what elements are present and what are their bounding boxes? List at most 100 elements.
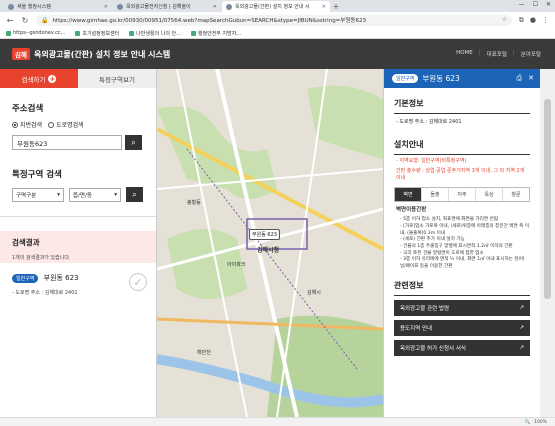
field-portal-link[interactable]: 분야포털 — [521, 50, 541, 58]
address-bar: ← ↻ 🔒 https://www.gimhae.go.kr/00930/009… — [0, 12, 555, 28]
map-canvas — [157, 69, 383, 417]
main-portal-link[interactable]: 대표포털 — [487, 50, 507, 58]
close-tab-icon[interactable]: ✕ — [320, 4, 326, 10]
search-panel: 검색하기 + 특정구역보기 주소검색 지번검색 도로명검색 부원동623 ⌕ 특정… — [0, 69, 157, 417]
detail-panel: 일반구역 부원동 623 ⎙ ✕ 기본정보 - 도로명 주소 : 김해대로 24… — [383, 69, 540, 417]
result-address: - 도로명 주소 : 김해대로 2401 — [12, 290, 78, 296]
rule-item: - 5층 이하 업소 설치, 좌표면에 화면을 가리면 안됨 — [400, 217, 499, 223]
page-scrollbar[interactable] — [540, 69, 555, 417]
divider — [0, 216, 156, 217]
rule-item: - 건물의 1층 주출입구 양옆에 표시면적 1.2㎡ 이하의 간판 — [400, 243, 513, 249]
result-title: 검색결과 — [12, 238, 40, 247]
chevron-down-icon: ▾ — [57, 191, 60, 198]
special-zone-title: 특정구역 검색 — [12, 170, 62, 180]
map-label: 김해시청 — [257, 247, 280, 254]
browser-tab-active[interactable]: 옥외광고물(간판) 설치 정보 안내 시 ✕ — [222, 1, 330, 12]
tab-rooftop[interactable]: 옥상 — [476, 188, 503, 202]
scrollbar-thumb[interactable] — [544, 99, 551, 299]
tab-wall[interactable]: 벽면 — [395, 188, 422, 202]
menu-icon[interactable]: ⋮ — [542, 16, 549, 25]
radio-jibun[interactable]: 지번검색 — [12, 120, 42, 129]
address-search-title: 주소검색 — [12, 104, 44, 114]
tab-protruding[interactable]: 돌출 — [422, 188, 449, 202]
result-count: 1개의 검색결과가 있습니다. — [12, 255, 71, 261]
search-icon: ⌕ — [132, 189, 137, 199]
close-tab-icon[interactable]: ✕ — [102, 4, 108, 10]
browser-tab[interactable]: 옥외광고물전자신청 | 김해올이 ✕ — [113, 1, 221, 12]
chevron-down-icon: ▾ — [114, 191, 117, 198]
favicon-icon — [8, 3, 14, 10]
status-bar: 🔍 100% — [0, 417, 555, 426]
site-logo[interactable]: 김해 — [12, 48, 30, 60]
zone-badge: 일반구역 — [392, 74, 419, 83]
close-tab-icon[interactable]: ✕ — [211, 4, 217, 10]
result-name: 부원동 623 — [43, 274, 79, 282]
tab-search[interactable]: 검색하기 + — [0, 69, 78, 88]
close-window-icon[interactable]: ✕ — [546, 1, 551, 8]
tab-window[interactable]: 창문 — [503, 188, 529, 201]
top-links: HOME | 대표포털 | 분야포털 — [456, 50, 541, 58]
rule-item: - (세로) 간판 추가 이내 설치 가능 — [400, 237, 465, 243]
maximize-icon[interactable]: ☐ — [533, 1, 538, 8]
extensions-icon[interactable]: ⧉ — [519, 16, 524, 25]
sign-type-tabs: 벽면 돌출 지주 옥상 창문 — [394, 187, 530, 203]
related-link-button[interactable]: 옥외광고물 관련 법령 ↗ — [394, 300, 530, 317]
map-label: 아이파크 — [227, 262, 246, 268]
zoom-level[interactable]: 100% — [534, 420, 547, 425]
profile-icon[interactable]: ● — [530, 16, 536, 25]
bookmark-icon — [129, 30, 135, 36]
lock-icon: 🔒 — [41, 16, 49, 24]
related-link-button[interactable]: 옥외광고물 허가 신청서 서식 ↗ — [394, 340, 530, 357]
zone-type-line: - 지역요형: 일반구역(비특정구역) — [396, 158, 467, 164]
home-link[interactable]: HOME — [456, 50, 473, 58]
back-icon[interactable]: ← — [6, 16, 14, 25]
bookmark-item[interactable]: 나만생활의 나의 안... — [129, 30, 181, 37]
tab-pole[interactable]: 지주 — [449, 188, 476, 202]
map-view[interactable]: 부원동 623 김해시청 아이파크 봉황동 김해시 해반천 — [157, 69, 383, 417]
tab-special-zone[interactable]: 특정구역보기 — [78, 69, 156, 88]
radio-road[interactable]: 도로명검색 — [48, 120, 84, 129]
divider — [394, 154, 530, 155]
star-icon[interactable]: ☆ — [502, 17, 507, 23]
url-field[interactable]: 🔒 https://www.gimhae.go.kr/00930/00951/0… — [36, 14, 512, 26]
zone-badge: 일반구역 — [12, 274, 39, 283]
zone-type-select[interactable]: 구역구분 ▾ — [12, 187, 64, 202]
reload-icon[interactable]: ↻ — [21, 16, 29, 25]
minimize-icon[interactable]: — — [519, 1, 525, 8]
browser-tab[interactable]: 새올 행정시스템 ✕ — [4, 1, 112, 12]
radio-unchecked-icon — [48, 121, 55, 128]
rules-title: 벽면이용간판 — [396, 207, 427, 214]
result-item[interactable]: 일반구역 부원동 623 - 도로명 주소 : 김해대로 2401 ✓ — [12, 273, 147, 296]
detail-header: 일반구역 부원동 623 ⎙ ✕ — [384, 69, 540, 88]
related-link-button[interactable]: 용도지역 안내 ↗ — [394, 320, 530, 337]
basic-address: - 도로명 주소 : 김해대로 2401 — [396, 119, 462, 125]
print-icon[interactable]: ⎙ — [517, 74, 523, 83]
favicon-icon — [226, 3, 232, 10]
bookmark-item[interactable]: https--gsndonev.cc... — [6, 30, 65, 36]
check-icon[interactable]: ✓ — [129, 273, 147, 291]
close-icon[interactable]: ✕ — [528, 74, 534, 83]
detail-name: 부원동 623 — [422, 74, 460, 83]
address-search-input[interactable]: 부원동623 — [12, 135, 122, 150]
bookmark-item[interactable]: 초기설정정보센터 — [75, 30, 119, 37]
zone-search-button[interactable]: ⌕ — [126, 187, 143, 202]
search-button[interactable]: ⌕ — [125, 135, 142, 150]
bookmark-icon — [75, 30, 81, 36]
site-header: 김해 옥외광고물(간판) 설치 정보 안내 시스템 HOME | 대표포털 | … — [0, 39, 555, 69]
map-label: 해반천 — [197, 350, 211, 356]
related-info-title: 관련정보 — [394, 281, 424, 291]
map-label: 김해시 — [307, 290, 321, 296]
new-tab-icon[interactable]: + — [331, 1, 341, 12]
dong-select[interactable]: 읍/면/동 ▾ — [69, 187, 121, 202]
map-label: 봉황동 — [187, 200, 201, 206]
divider — [394, 113, 530, 114]
rules-list: 벽면이용간판 - 5층 이하 업소 설치, 좌표면에 화면을 가리면 안됨 - … — [396, 207, 530, 270]
radio-checked-icon — [12, 121, 18, 128]
bookmark-icon — [190, 30, 196, 36]
zoom-icon: 🔍 — [524, 419, 531, 425]
site-title: 옥외광고물(간판) 설치 정보 안내 시스템 — [33, 49, 171, 59]
bookmark-item[interactable]: 행정안전부 지방자... — [190, 30, 241, 37]
map-location-marker[interactable]: 부원동 623 — [249, 229, 280, 240]
bookmarks-bar: https--gsndonev.cc... 초기설정정보센터 나만생활의 나의 … — [0, 28, 555, 39]
arrow-icon: ↗ — [519, 305, 524, 312]
